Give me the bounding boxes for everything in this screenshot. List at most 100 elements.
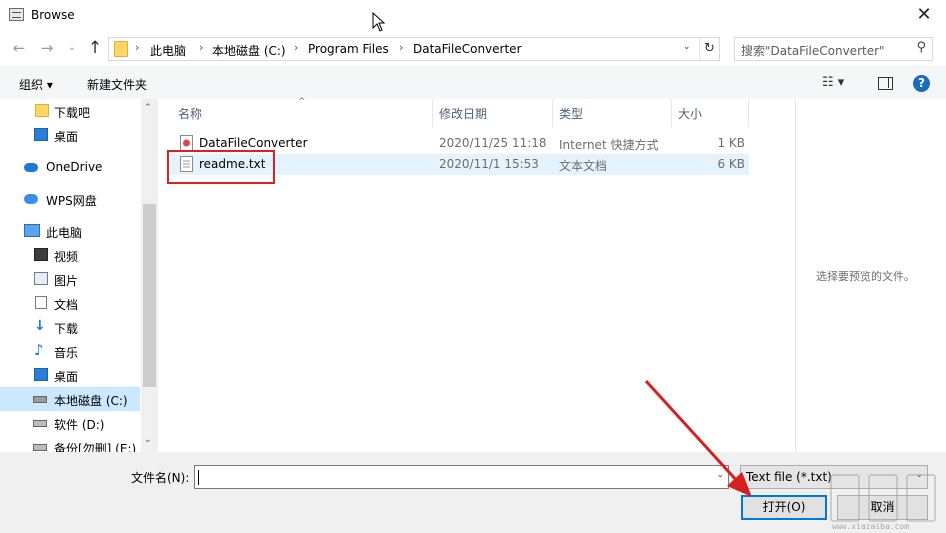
file-size: 6 KB <box>717 157 745 171</box>
text-caret <box>198 470 199 485</box>
music-icon: ♪ <box>34 341 44 359</box>
sidebar-item-xiazaiba[interactable]: 下载吧 <box>0 99 140 123</box>
filename-dropdown-icon[interactable]: ⌄ <box>716 470 724 480</box>
view-options-icon[interactable]: ☷ ▾ <box>822 75 844 90</box>
sidebar-item-desktop[interactable]: 桌面 <box>0 123 140 147</box>
column-header-type[interactable]: 类型 <box>559 105 583 122</box>
sidebar-item-pictures[interactable]: 图片 <box>0 267 140 291</box>
sidebar-item-label: 此电脑 <box>46 226 83 240</box>
scroll-down-icon[interactable]: ⌄ <box>144 435 152 445</box>
drive-icon <box>33 420 47 427</box>
column-header-name[interactable]: 名称 <box>178 105 202 122</box>
column-header-size[interactable]: 大小 <box>678 105 702 122</box>
back-arrow-icon[interactable]: ← <box>9 38 29 58</box>
sidebar-item-drive-c[interactable]: 本地磁盘 (C:) <box>0 387 140 411</box>
filename-label: 文件名(N): <box>131 471 190 485</box>
mouse-cursor-icon <box>372 12 386 32</box>
cloud-icon <box>24 163 38 172</box>
breadcrumb-separator: › <box>135 41 140 54</box>
breadcrumb-local-disk[interactable]: 本地磁盘 (C:) <box>212 42 286 59</box>
navigation-bar: ← → ⌄ ↑ › 此电脑 › 本地磁盘 (C:) › Program File… <box>0 31 946 65</box>
window-title: Browse <box>31 8 75 22</box>
command-toolbar: 组织 ▾ 新建文件夹 ☷ ▾ ? <box>0 66 946 99</box>
recent-locations-icon[interactable]: ⌄ <box>62 38 82 58</box>
scroll-up-icon[interactable]: ⌃ <box>144 103 152 113</box>
forward-arrow-icon[interactable]: → <box>37 38 57 58</box>
column-divider[interactable] <box>671 99 672 127</box>
organize-button[interactable]: 组织 ▾ <box>19 76 53 93</box>
file-modified: 2020/11/25 11:18 <box>439 136 547 150</box>
preview-pane: 选择要预览的文件。 <box>795 99 946 452</box>
drive-icon <box>33 396 47 403</box>
wps-cloud-icon <box>24 194 38 204</box>
sidebar-item-label: 视频 <box>54 250 79 264</box>
filename-input[interactable]: ⌄ <box>194 465 729 489</box>
sidebar-item-this-pc[interactable]: 此电脑 <box>0 219 140 243</box>
breadcrumb-separator: › <box>199 41 204 54</box>
scrollbar-thumb[interactable] <box>143 204 156 387</box>
sidebar-item-drive-d[interactable]: 软件 (D:) <box>0 411 140 435</box>
desktop-icon <box>34 128 48 141</box>
column-divider[interactable] <box>432 99 433 127</box>
sidebar-item-drive-e[interactable]: 备份[勿删] (E:) <box>0 435 140 452</box>
breadcrumb-separator: › <box>294 41 299 54</box>
computer-icon <box>24 224 40 237</box>
sidebar-scrollbar[interactable]: ⌃ ⌄ <box>141 99 158 452</box>
column-divider[interactable] <box>552 99 553 127</box>
up-arrow-icon[interactable]: ↑ <box>85 38 105 58</box>
sidebar-item-wps[interactable]: WPS网盘 <box>0 187 140 211</box>
annotation-highlight-box <box>167 150 275 184</box>
file-type: 文本文档 <box>559 159 608 173</box>
navigation-pane: 下载吧 桌面 OneDrive WPS网盘 此电脑 视频 图片 文档 ↓ 下载 … <box>0 99 158 452</box>
column-header-modified[interactable]: 修改日期 <box>439 105 487 122</box>
breadcrumb-program-files[interactable]: Program Files <box>308 42 389 56</box>
help-icon[interactable]: ? <box>913 75 930 92</box>
watermark-glyph <box>906 474 936 522</box>
breadcrumb-this-pc[interactable]: 此电脑 <box>150 42 186 59</box>
sidebar-item-label: OneDrive <box>46 160 103 174</box>
search-input[interactable]: 搜索"DataFileConverter" ⚲ <box>734 37 933 61</box>
sidebar-item-label: 音乐 <box>54 346 79 360</box>
address-bar[interactable]: › 此电脑 › 本地磁盘 (C:) › Program Files › Data… <box>108 37 720 61</box>
sidebar-item-downloads[interactable]: ↓ 下载 <box>0 315 140 339</box>
sidebar-item-label: 图片 <box>54 274 79 288</box>
sidebar-item-onedrive[interactable]: OneDrive <box>0 155 140 179</box>
address-dropdown-icon[interactable]: ⌄ <box>683 42 697 52</box>
close-icon[interactable]: ✕ <box>913 4 935 26</box>
sidebar-item-documents[interactable]: 文档 <box>0 291 140 315</box>
shortcut-icon <box>180 135 193 151</box>
drive-icon <box>33 444 47 451</box>
sidebar-item-desktop-2[interactable]: 桌面 <box>0 363 140 387</box>
sidebar-item-label: 本地磁盘 (C:) <box>54 394 128 408</box>
app-icon <box>9 8 24 21</box>
pictures-icon <box>34 272 48 285</box>
sidebar-item-music[interactable]: ♪ 音乐 <box>0 339 140 363</box>
watermark-logo: www.xiazaiba.com <box>808 468 946 533</box>
title-bar: Browse ✕ <box>0 0 946 31</box>
search-icon[interactable]: ⚲ <box>916 40 926 55</box>
video-icon <box>34 248 48 261</box>
watermark-url: www.xiazaiba.com <box>832 522 910 531</box>
sidebar-item-label: WPS网盘 <box>46 194 97 208</box>
folder-icon <box>114 41 128 57</box>
dialog-footer: 文件名(N): ⌄ Text file (*.txt) ⌄ 打开(O) 取消 <box>0 452 946 533</box>
search-placeholder: 搜索"DataFileConverter" <box>741 44 885 58</box>
sort-ascending-icon: ^ <box>298 97 306 107</box>
breadcrumb-separator: › <box>399 41 404 54</box>
breadcrumb-datafileconverter[interactable]: DataFileConverter <box>413 42 522 56</box>
preview-message: 选择要预览的文件。 <box>816 270 915 283</box>
sidebar-item-label: 下载 <box>54 322 79 336</box>
documents-icon <box>35 296 47 309</box>
sidebar-item-label: 文档 <box>54 298 79 312</box>
column-divider[interactable] <box>748 99 749 127</box>
sidebar-item-label: 软件 (D:) <box>54 418 105 432</box>
download-icon: ↓ <box>34 318 46 334</box>
refresh-icon[interactable]: ↻ <box>699 38 719 60</box>
sidebar-item-videos[interactable]: 视频 <box>0 243 140 267</box>
watermark-glyph <box>868 474 898 522</box>
sidebar-item-label: 桌面 <box>54 370 79 384</box>
new-folder-button[interactable]: 新建文件夹 <box>87 76 147 93</box>
file-modified: 2020/11/1 15:53 <box>439 157 539 171</box>
preview-pane-icon[interactable] <box>878 77 893 90</box>
desktop-icon <box>34 368 48 381</box>
